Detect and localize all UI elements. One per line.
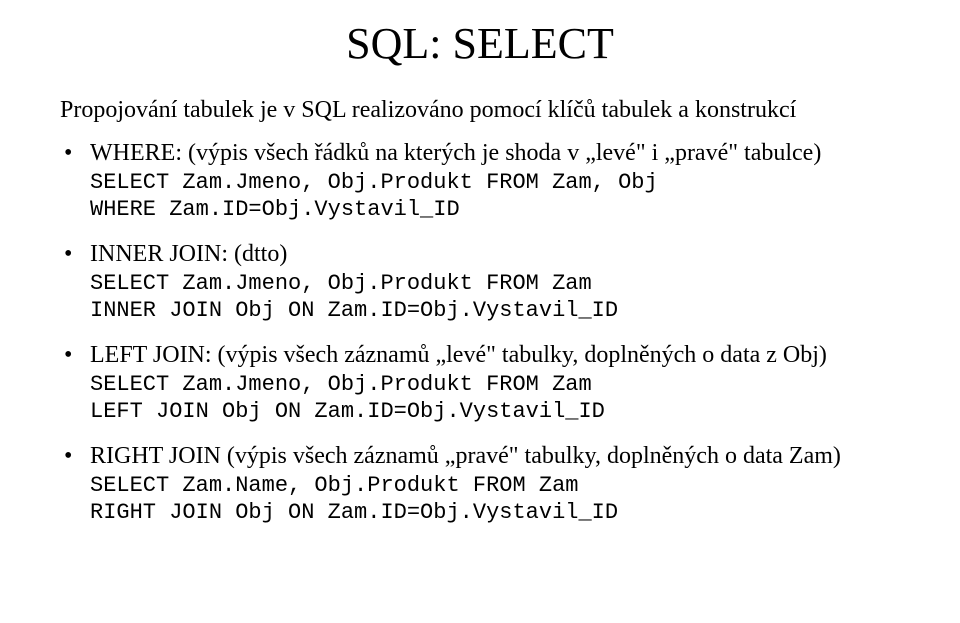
item-description: WHERE: (výpis všech řádků na kterých je … — [90, 139, 900, 168]
list-item: RIGHT JOIN (výpis všech záznamů „pravé" … — [90, 442, 900, 527]
list-item: LEFT JOIN: (výpis všech záznamů „levé" t… — [90, 341, 900, 426]
item-code: SELECT Zam.Jmeno, Obj.Produkt FROM Zam I… — [90, 271, 900, 325]
bullet-list: WHERE: (výpis všech řádků na kterých je … — [60, 139, 900, 527]
list-item: INNER JOIN: (dtto) SELECT Zam.Jmeno, Obj… — [90, 240, 900, 325]
list-item: WHERE: (výpis všech řádků na kterých je … — [90, 139, 900, 224]
item-description: LEFT JOIN: (výpis všech záznamů „levé" t… — [90, 341, 900, 370]
page-title: SQL: SELECT — [60, 18, 900, 69]
item-description: INNER JOIN: (dtto) — [90, 240, 900, 269]
item-code: SELECT Zam.Name, Obj.Produkt FROM Zam RI… — [90, 473, 900, 527]
item-code: SELECT Zam.Jmeno, Obj.Produkt FROM Zam, … — [90, 170, 900, 224]
intro-text: Propojování tabulek je v SQL realizováno… — [60, 95, 900, 125]
item-code: SELECT Zam.Jmeno, Obj.Produkt FROM Zam L… — [90, 372, 900, 426]
slide: SQL: SELECT Propojování tabulek je v SQL… — [0, 0, 960, 623]
item-description: RIGHT JOIN (výpis všech záznamů „pravé" … — [90, 442, 900, 471]
